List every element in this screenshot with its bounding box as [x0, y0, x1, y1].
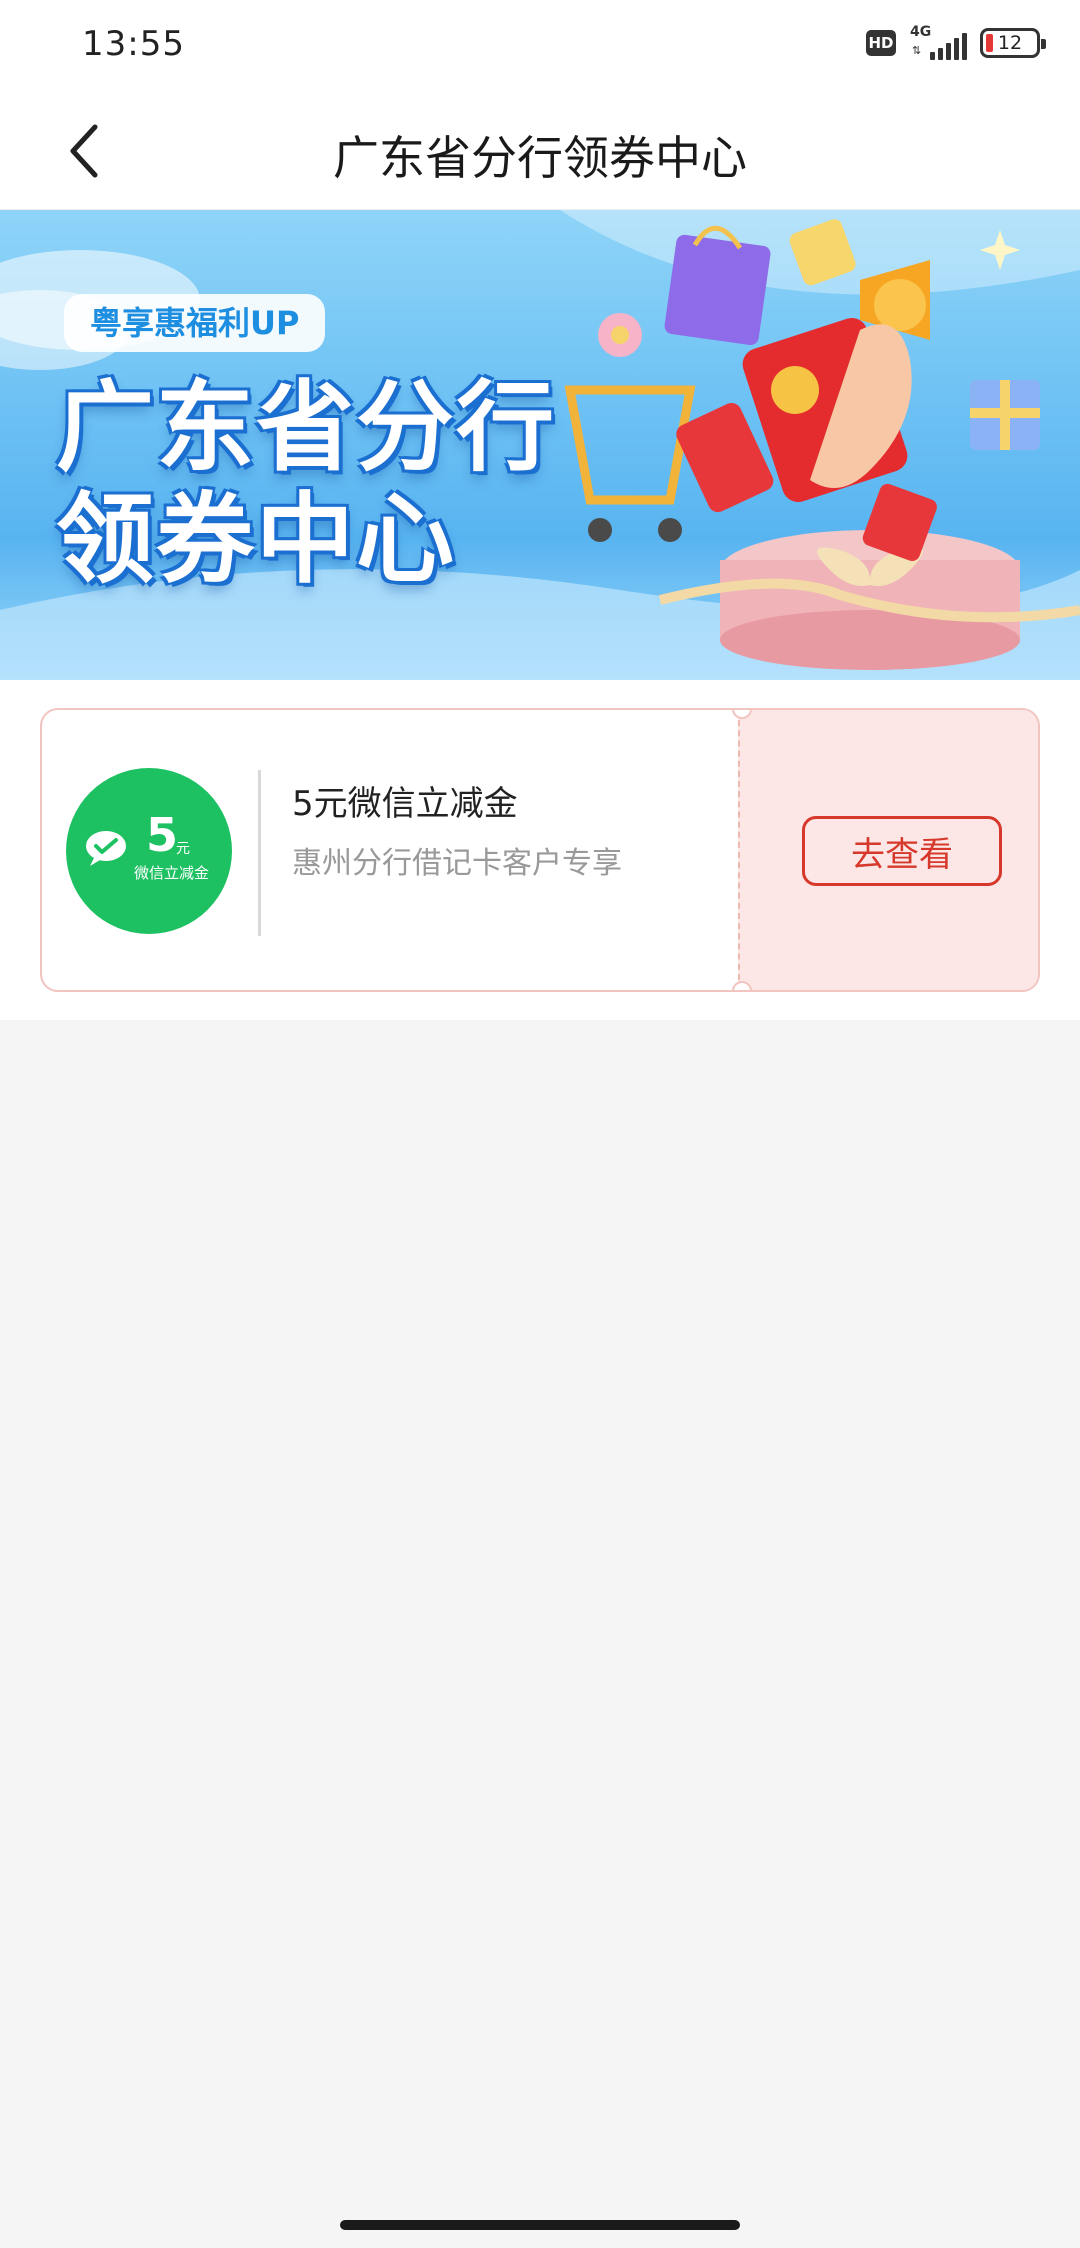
logo-amount: 5: [146, 808, 179, 862]
coupon-title: 5元微信立减金: [292, 784, 518, 824]
page-title: 广东省分行领券中心: [333, 131, 747, 185]
wechat-icon: [86, 831, 126, 866]
battery-icon: 12: [980, 28, 1046, 58]
coupon-logo: 5 元 微信立减金: [66, 768, 232, 934]
logo-unit: 元: [176, 841, 190, 857]
gift-illustration: [564, 219, 1080, 670]
banner-headline: 广东省分行 领券中心: [56, 371, 557, 597]
network-type: 4G: [910, 24, 932, 40]
nav-bar: 广东省分行领券中心: [0, 90, 1080, 210]
coupon-divider: [258, 770, 261, 936]
status-bar: 13:55 HD 4G ⇅ 12: [0, 0, 1080, 90]
page: 13:55 HD 4G ⇅ 12 广东省分行领券中心 粤享惠福利UP 广东省分行…: [0, 0, 1080, 2248]
promo-banner[interactable]: 粤享惠福利UP 广东省分行 领券中心: [0, 210, 1080, 680]
coupon-description: 惠州分行借记卡客户专享: [292, 846, 622, 881]
signal-bars-icon: [930, 33, 967, 60]
banner-tag: 粤享惠福利UP: [64, 294, 326, 352]
logo-caption: 微信立减金: [134, 864, 210, 882]
view-coupon-button[interactable]: 去查看: [802, 816, 1002, 886]
signal-icon: 4G ⇅: [910, 24, 967, 60]
coupon-list: 5 元 微信立减金 5元微信立减金 惠州分行借记卡客户专享 去查看: [0, 680, 1080, 1020]
hd-icon: HD: [866, 30, 896, 56]
battery-level: 12: [997, 32, 1023, 54]
status-icons: HD 4G ⇅ 12: [866, 24, 1046, 60]
coupon-card[interactable]: 5 元 微信立减金 5元微信立减金 惠州分行借记卡客户专享 去查看: [40, 708, 1040, 992]
home-indicator[interactable]: [340, 2220, 740, 2230]
status-time: 13:55: [82, 24, 185, 64]
data-arrows-icon: ⇅: [912, 44, 922, 57]
